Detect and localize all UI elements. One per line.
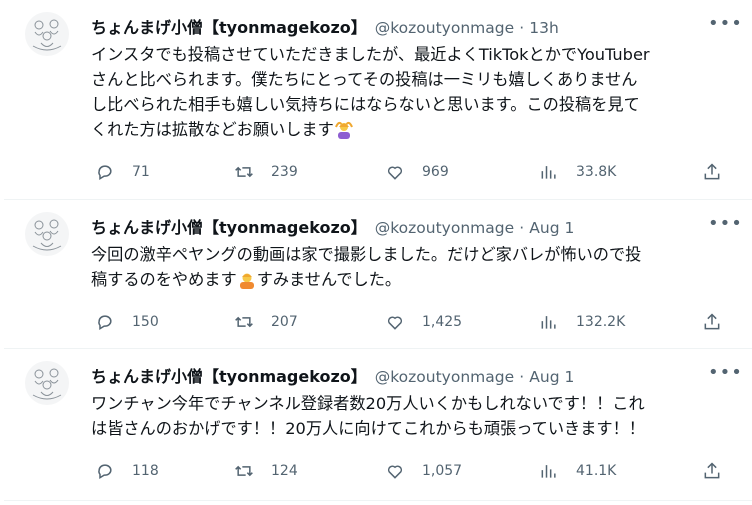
like-count: 969 [422, 164, 449, 180]
tweet-actions: 118 124 1,057 41.1K [91, 459, 730, 483]
reply-count: 118 [132, 463, 159, 479]
share-button[interactable] [702, 459, 722, 483]
tweet-text: インスタでも投稿させていただきましたが、最近よくTikTokとかでYouTube… [91, 42, 741, 142]
tweet[interactable]: ちょんまげ小僧【tyonmagekozo】 @kozoutyonmage · Au… [4, 200, 752, 349]
separator: · [519, 19, 525, 37]
timestamp[interactable]: Aug 1 [529, 368, 574, 386]
retweet-icon [235, 465, 253, 477]
reply-button[interactable]: 118 [95, 459, 159, 483]
share-icon [704, 163, 720, 180]
view-count: 132.2K [576, 314, 626, 330]
tweet-header: ちょんまげ小僧【tyonmagekozo】 @kozoutyonmage · 13… [91, 17, 752, 39]
separator: · [519, 219, 525, 237]
more-icon[interactable]: ••• [708, 364, 742, 386]
tweet-header: ちょんまげ小僧【tyonmagekozo】 @kozoutyonmage · Au… [91, 217, 752, 239]
display-name[interactable]: ちょんまげ小僧【tyonmagekozo】 [91, 18, 367, 37]
view-count: 33.8K [576, 164, 617, 180]
tweet-line: し比べられた相手も嬉しい気持ちにはならないと思います。この投稿を見て [91, 95, 640, 114]
reply-button[interactable]: 71 [95, 160, 150, 184]
like-icon [387, 166, 403, 180]
tweet-line: 今回の激辛ペヤングの動画は家で撮影しました。だけど家バレが怖いので投 [91, 245, 642, 264]
more-icon[interactable]: ••• [708, 215, 742, 237]
avatar[interactable] [25, 361, 69, 405]
tweet-actions: 71 239 969 33.8K [91, 160, 730, 184]
tweet-line: ワンチャン今年でチャンネル登録者数20万人いくかもしれないです！！これ [91, 394, 645, 413]
like-count: 1,425 [422, 314, 463, 330]
like-icon [387, 316, 403, 330]
timestamp[interactable]: 13h [529, 19, 559, 37]
views-icon [541, 166, 556, 179]
retweet-count: 239 [271, 164, 298, 180]
display-name[interactable]: ちょんまげ小僧【tyonmagekozo】 [91, 367, 367, 386]
tweet[interactable]: ちょんまげ小僧【tyonmagekozo】 @kozoutyonmage · 13… [4, 0, 752, 200]
retweet-button[interactable]: 124 [234, 459, 298, 483]
retweet-button[interactable]: 207 [234, 310, 298, 334]
retweet-count: 207 [271, 314, 298, 330]
user-handle[interactable]: @kozoutyonmage [375, 368, 514, 386]
reply-icon [98, 464, 112, 479]
share-button[interactable] [702, 310, 722, 334]
more-icon[interactable]: ••• [708, 15, 742, 37]
like-count: 1,057 [422, 463, 463, 479]
timestamp[interactable]: Aug 1 [529, 219, 574, 237]
person-bowing-emoji-icon [239, 273, 254, 289]
retweet-icon [235, 316, 253, 328]
display-name[interactable]: ちょんまげ小僧【tyonmagekozo】 [91, 218, 367, 237]
share-icon [704, 462, 720, 479]
share-button[interactable] [702, 160, 722, 184]
views-icon [541, 465, 556, 478]
tweet-text: ワンチャン今年でチャンネル登録者数20万人いくかもしれないです！！これ は皆さん… [91, 391, 741, 441]
tweet-actions: 150 207 1,425 132.2K [91, 310, 730, 334]
person-gesturing-ok-emoji-icon [334, 121, 353, 139]
reply-icon [98, 165, 112, 180]
reply-button[interactable]: 150 [95, 310, 159, 334]
tweet-line: さんと比べられます。僕たちにとってその投稿は一ミリも嬉しくありません [91, 70, 638, 89]
tweet-line: 稿するのをやめます [91, 270, 237, 289]
views-button[interactable]: 33.8K [539, 160, 616, 184]
retweet-count: 124 [271, 463, 298, 479]
views-button[interactable]: 41.1K [539, 459, 616, 483]
tweet[interactable]: ちょんまげ小僧【tyonmagekozo】 @kozoutyonmage · Au… [4, 349, 752, 501]
reply-icon [98, 315, 112, 330]
like-button[interactable]: 1,057 [385, 459, 462, 483]
tweet-line: くれた方は拡散などお願いします [91, 120, 334, 139]
tweet-line: すみませんでした。 [256, 270, 402, 289]
tweet-line: は皆さんのおかげです！！20万人に向けてこれからも頑張っていきます！！ [91, 419, 645, 438]
tweet-text: 今回の激辛ペヤングの動画は家で撮影しました。だけど家バレが怖いので投 稿するのを… [91, 242, 741, 292]
user-handle[interactable]: @kozoutyonmage [375, 19, 514, 37]
reply-count: 71 [132, 164, 150, 180]
like-button[interactable]: 969 [385, 160, 449, 184]
like-button[interactable]: 1,425 [385, 310, 462, 334]
like-icon [387, 465, 403, 479]
separator: · [519, 368, 525, 386]
retweet-icon [235, 166, 253, 178]
views-icon [541, 316, 556, 329]
reply-count: 150 [132, 314, 159, 330]
share-icon [704, 313, 720, 330]
timeline: ちょんまげ小僧【tyonmagekozo】 @kozoutyonmage · 13… [0, 0, 752, 505]
retweet-button[interactable]: 239 [234, 160, 298, 184]
user-handle[interactable]: @kozoutyonmage [375, 219, 514, 237]
view-count: 41.1K [576, 463, 617, 479]
tweet-header: ちょんまげ小僧【tyonmagekozo】 @kozoutyonmage · Au… [91, 366, 752, 388]
tweet-line: インスタでも投稿させていただきましたが、最近よくTikTokとかでYouTube… [91, 45, 650, 64]
views-button[interactable]: 132.2K [539, 310, 625, 334]
avatar[interactable] [25, 12, 69, 56]
avatar[interactable] [25, 212, 69, 256]
